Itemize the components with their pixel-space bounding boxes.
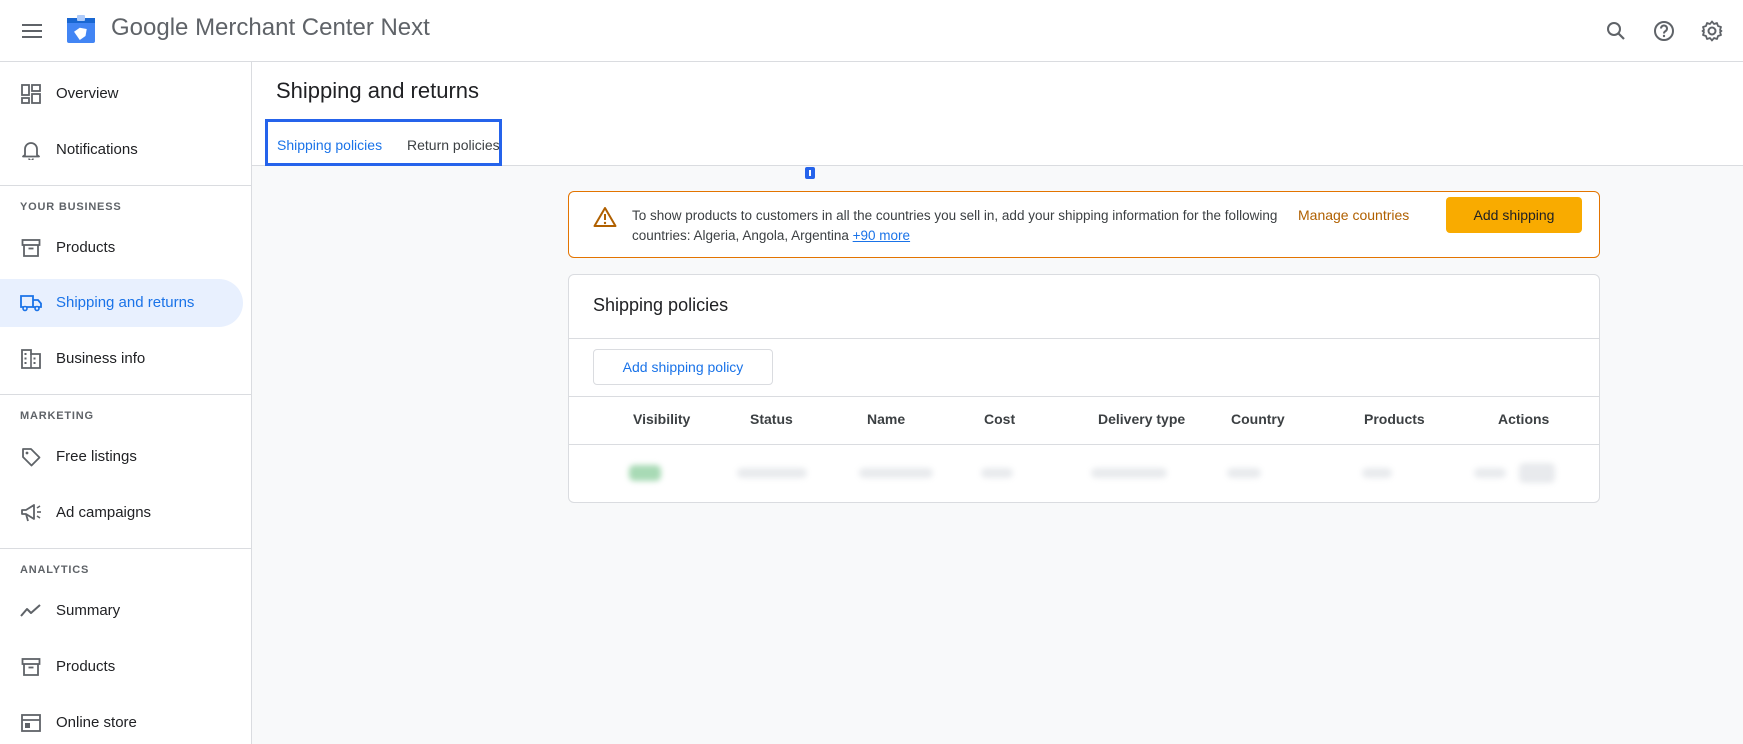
brand-name: Google [111, 14, 189, 41]
sidebar-item-label: Products [56, 658, 116, 675]
sidebar-item-ad-campaigns[interactable]: Ad campaigns [0, 489, 243, 537]
sidebar-item-label: Business info [56, 350, 146, 367]
column-header-country[interactable]: Country [1231, 411, 1285, 427]
archive-icon [20, 656, 42, 678]
bell-icon [20, 139, 42, 161]
trend-icon [20, 600, 42, 622]
sidebar-item-label: Ad campaigns [56, 504, 152, 521]
card-divider [569, 338, 1599, 339]
building-icon [20, 348, 42, 370]
cursor-marker-icon [805, 167, 815, 179]
sidebar-item-label: Free listings [56, 448, 137, 465]
settings-icon[interactable] [1697, 16, 1727, 46]
tab-return-policies[interactable]: Return policies [407, 137, 500, 153]
sidebar-item-notifications[interactable]: Notifications [0, 126, 243, 174]
sidebar-divider [0, 394, 251, 395]
help-icon[interactable] [1649, 16, 1679, 46]
shipping-policies-card: Shipping policies Add shipping policy Vi… [568, 274, 1600, 503]
sidebar-item-online-store[interactable]: Online store [0, 699, 243, 744]
sidebar-divider [0, 548, 251, 549]
redacted-status [737, 468, 807, 478]
manage-countries-button[interactable]: Manage countries [1298, 207, 1409, 223]
section-label-marketing: MARKETING [20, 410, 94, 422]
redacted-products [1362, 468, 1392, 478]
card-divider [569, 444, 1599, 445]
warning-banner: To show products to customers in all the… [568, 191, 1600, 258]
section-label-your-business: YOUR BUSINESS [20, 201, 122, 213]
card-divider [569, 396, 1599, 397]
redacted-name [859, 468, 933, 478]
redacted-action-2[interactable] [1519, 463, 1555, 483]
warning-icon [593, 206, 617, 228]
banner-message: To show products to customers in all the… [632, 206, 1282, 246]
product-name: Google Merchant Center Next [111, 14, 430, 42]
column-header-actions[interactable]: Actions [1498, 411, 1549, 427]
archive-icon [20, 237, 42, 259]
column-header-delivery-type[interactable]: Delivery type [1098, 411, 1185, 427]
sidebar-item-label: Shipping and returns [56, 294, 195, 311]
sidebar-item-overview[interactable]: Overview [0, 70, 243, 118]
sidebar-item-label: Summary [56, 602, 121, 619]
product-title: Merchant Center Next [195, 14, 430, 41]
redacted-cost [981, 468, 1013, 478]
sidebar-item-free-listings[interactable]: Free listings [0, 433, 243, 481]
column-header-status[interactable]: Status [750, 411, 793, 427]
banner-message-text: To show products to customers in all the… [632, 208, 1278, 243]
column-header-products[interactable]: Products [1364, 411, 1425, 427]
sidebar-item-business-info[interactable]: Business info [0, 335, 243, 383]
store-icon [20, 712, 42, 734]
sidebar-item-label: Products [56, 239, 116, 256]
redacted-visibility [629, 465, 661, 481]
main-content: Shipping and returns Shipping policies R… [252, 62, 1743, 744]
add-shipping-policy-button[interactable]: Add shipping policy [593, 349, 773, 385]
merchant-center-logo[interactable] [66, 14, 96, 44]
sidebar-item-summary[interactable]: Summary [0, 587, 243, 635]
page-header: Shipping and returns Shipping policies R… [252, 62, 1743, 166]
tag-icon [20, 446, 42, 468]
sidebar-item-label: Overview [56, 85, 119, 102]
sidebar-item-shipping-and-returns[interactable]: Shipping and returns [0, 279, 243, 327]
sidebar-divider [0, 185, 251, 186]
more-countries-link[interactable]: +90 more [853, 228, 910, 243]
sidebar: Overview Notifications YOUR BUSINESS Pro… [0, 62, 252, 744]
redacted-country [1227, 468, 1261, 478]
sidebar-item-label: Online store [56, 714, 137, 731]
sidebar-item-analytics-products[interactable]: Products [0, 643, 243, 691]
megaphone-icon [20, 502, 42, 524]
top-app-bar: Google Merchant Center Next [0, 0, 1743, 62]
dashboard-icon [20, 83, 42, 105]
page-title: Shipping and returns [276, 78, 480, 103]
truck-icon [20, 292, 42, 314]
tab-shipping-policies[interactable]: Shipping policies [277, 137, 382, 153]
add-shipping-button[interactable]: Add shipping [1446, 197, 1582, 233]
column-header-visibility[interactable]: Visibility [633, 411, 690, 427]
card-title: Shipping policies [593, 295, 729, 315]
sidebar-item-label: Notifications [56, 141, 138, 158]
menu-icon[interactable] [18, 17, 46, 45]
column-header-cost[interactable]: Cost [984, 411, 1015, 427]
section-label-analytics: ANALYTICS [20, 564, 90, 576]
column-header-name[interactable]: Name [867, 411, 905, 427]
redacted-delivery-type [1091, 468, 1167, 478]
sidebar-item-products[interactable]: Products [0, 224, 243, 272]
search-icon[interactable] [1601, 16, 1631, 46]
tabs-highlight-box: Shipping policies Return policies [265, 119, 502, 166]
redacted-action-1[interactable] [1474, 468, 1506, 478]
